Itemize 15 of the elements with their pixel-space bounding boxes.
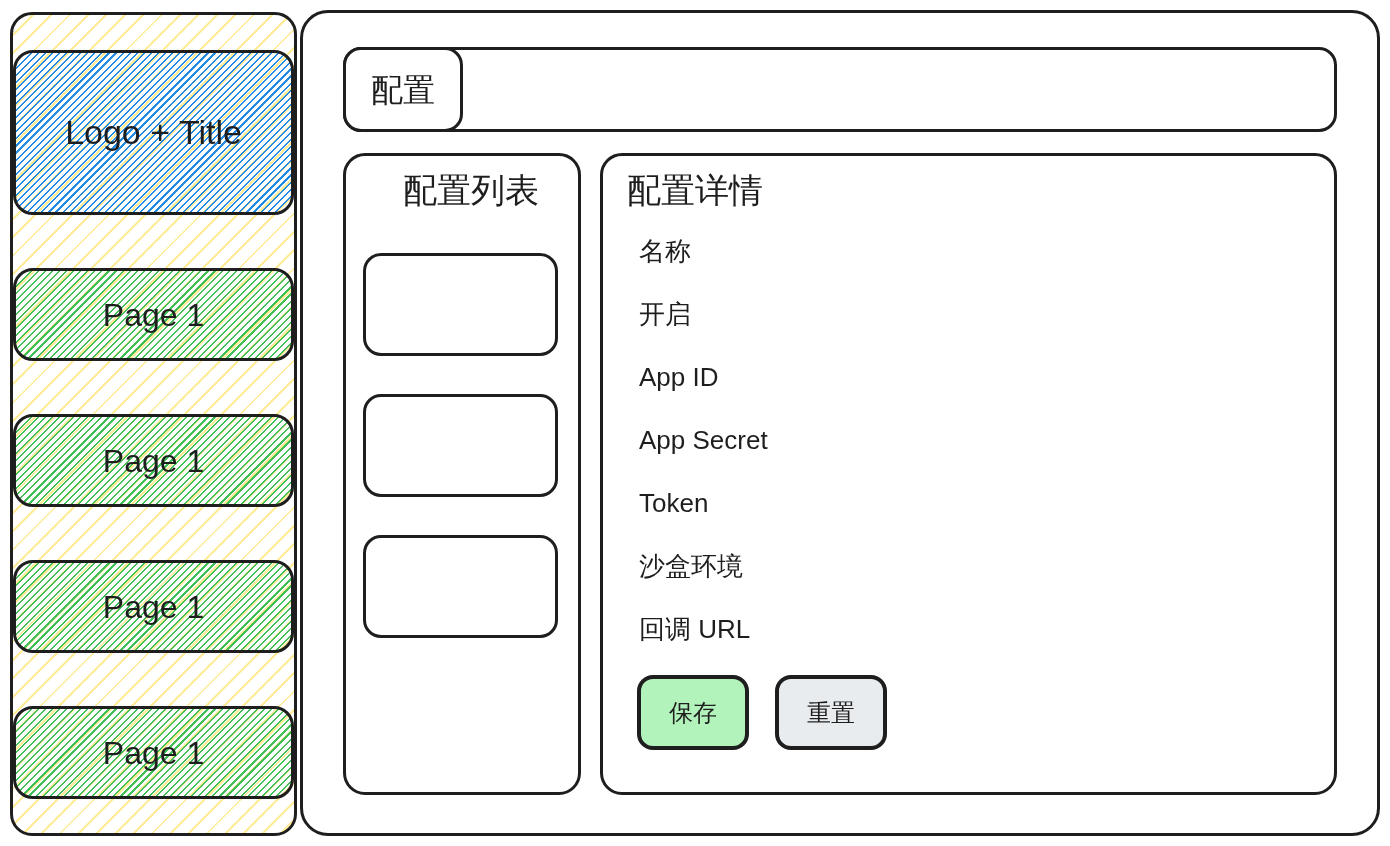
field-label: App Secret [639, 424, 768, 457]
field-label: 开启 [639, 298, 691, 331]
field-label: 回调 URL [639, 613, 751, 646]
field-label: 名称 [639, 235, 691, 268]
panel-title: 配置详情 [627, 170, 763, 210]
field-label: Token [639, 487, 709, 520]
secondary-button[interactable]: 重置 [775, 675, 887, 750]
list-card[interactable] [363, 535, 558, 638]
list-card[interactable] [363, 253, 558, 356]
list-card[interactable] [363, 394, 558, 497]
field-label: 沙盒环境 [639, 550, 743, 583]
tab[interactable]: 配置 [343, 47, 463, 132]
field-label: App ID [639, 361, 719, 394]
panel-title: 配置列表 [402, 170, 539, 210]
primary-button[interactable]: 保存 [637, 675, 749, 750]
